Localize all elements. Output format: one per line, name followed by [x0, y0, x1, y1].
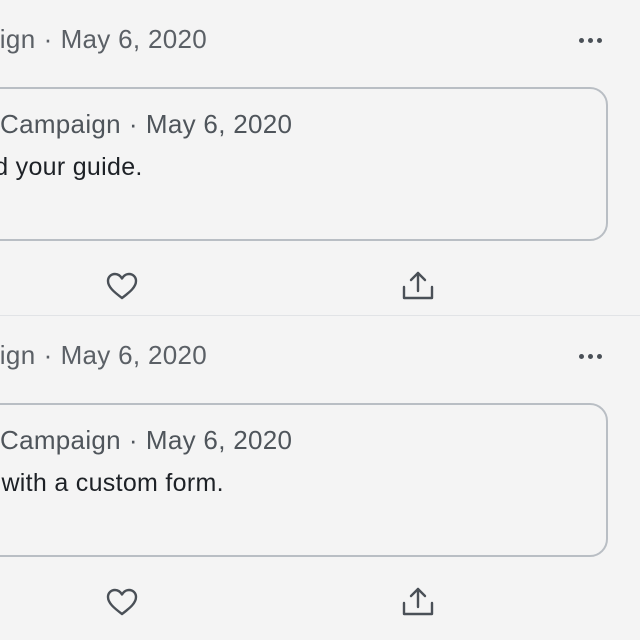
tweet-header: paign· May 6, 2020: [0, 340, 207, 371]
quoted-tweet-date: May 6, 2020: [145, 425, 293, 455]
separator-dot: ·: [128, 425, 138, 455]
like-button[interactable]: [102, 582, 142, 622]
more-dots-icon: [578, 37, 584, 43]
more-dot: [587, 353, 593, 359]
share-upload-icon: [402, 271, 434, 300]
heart-icon: [106, 272, 138, 300]
share-button[interactable]: [396, 266, 440, 306]
tweet-header: paign· May 6, 2020: [0, 24, 207, 55]
more-options-button[interactable]: [568, 28, 612, 52]
tweet-author-handle[interactable]: paign: [0, 24, 36, 54]
quoted-tweet-header: Campaign · May 6, 2020: [0, 425, 292, 456]
quoted-tweet-text: ad your guide.: [0, 153, 143, 181]
quoted-tweet-card[interactable]: Campaign·May 6, 2020 ad your guide.: [0, 87, 608, 241]
tweet-date[interactable]: May 6, 2020: [61, 340, 207, 370]
separator-dot: ·: [43, 340, 53, 370]
tweet-action-bar: [0, 582, 640, 622]
quoted-author-name: Campaign: [0, 425, 121, 455]
quoted-tweet-card[interactable]: Campaign · May 6, 2020 o with a custom for…: [0, 403, 608, 557]
separator-dot: ·: [128, 109, 138, 139]
quoted-author-name: Campaign: [0, 109, 121, 139]
more-dot: [587, 37, 593, 43]
quoted-tweet-header: Campaign · May 6, 2020: [0, 109, 292, 140]
more-dots-icon: [578, 353, 584, 359]
tweet-author-handle[interactable]: paign: [0, 340, 36, 370]
more-dot: [596, 353, 602, 359]
more-options-button[interactable]: [568, 344, 612, 368]
more-dot: [596, 37, 602, 43]
separator-dot: ·: [43, 24, 53, 54]
quoted-tweet-date: May 6, 2020: [145, 109, 293, 139]
tweet-feed: paign·May 6, 2020 Campaign·May 6, 2020 a…: [0, 0, 640, 640]
tweet-action-bar: [0, 266, 640, 306]
share-upload-icon: [402, 587, 434, 616]
tweet-date[interactable]: May 6, 2020: [61, 24, 207, 54]
quoted-tweet-text: o with a custom form.: [0, 469, 224, 497]
like-button[interactable]: [102, 266, 142, 306]
tweet-item[interactable]: paign·May 6, 2020 Campaign·May 6, 2020 o…: [0, 316, 640, 632]
share-button[interactable]: [396, 582, 440, 622]
heart-icon: [106, 588, 138, 616]
tweet-item[interactable]: paign·May 6, 2020 Campaign·May 6, 2020 a…: [0, 0, 640, 316]
